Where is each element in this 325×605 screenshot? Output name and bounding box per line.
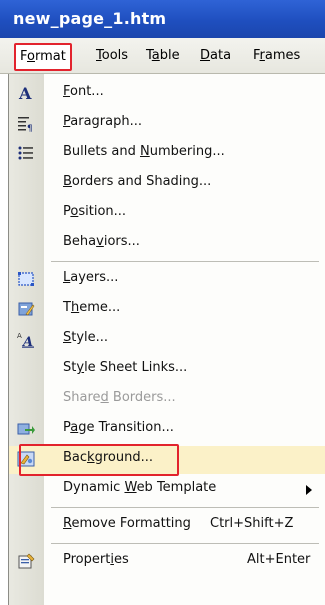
menu-item-label: Style... [63, 330, 109, 345]
bullets-icon [17, 144, 35, 162]
menu-table[interactable]: Table [146, 45, 180, 67]
paragraph-icon: ¶ [17, 114, 35, 134]
menu-item-bullets-numbering[interactable]: Bullets and Numbering... [9, 140, 325, 168]
menu-item-label: Borders and Shading... [63, 174, 212, 189]
menu-item-style-sheet-links[interactable]: Style Sheet Links... [9, 356, 325, 384]
menu-separator [51, 543, 319, 544]
menu-item-label: Dynamic Web Template [63, 480, 217, 495]
menu-item-shared-borders: Shared Borders... [9, 386, 325, 414]
menu-item-label: Remove Formatting [63, 516, 191, 531]
menu-item-label: Font... [63, 84, 104, 99]
font-icon: A [17, 84, 35, 103]
menu-item-layers[interactable]: Layers... [9, 266, 325, 294]
menu-item-dynamic-web-template[interactable]: Dynamic Web Template [9, 476, 325, 504]
svg-text:¶: ¶ [27, 124, 33, 132]
menu-item-label: Behaviors... [63, 234, 140, 249]
menu-item-label: Theme... [63, 300, 121, 315]
format-dropdown-menu: A Font... ¶ Paragraph... Bullets and Num… [8, 74, 325, 605]
properties-icon [17, 552, 35, 570]
menu-item-page-transition[interactable]: Page Transition... [9, 416, 325, 444]
menu-data-label-post: ata [210, 48, 232, 63]
menu-item-label: Paragraph... [63, 114, 142, 129]
menu-item-label: Bullets and Numbering... [63, 144, 225, 159]
svg-text:A: A [21, 335, 33, 348]
menu-item-style[interactable]: A A Style... [9, 326, 325, 354]
menu-item-label: Page Transition... [63, 420, 174, 435]
svg-text:A: A [18, 84, 32, 102]
menu-item-label: Layers... [63, 270, 119, 285]
menu-item-borders-shading[interactable]: Borders and Shading... [9, 170, 325, 198]
layers-icon [17, 270, 35, 288]
menu-item-label: Properties [63, 552, 129, 567]
menu-data[interactable]: Data [200, 45, 231, 67]
menu-tools[interactable]: Tools [96, 45, 128, 67]
svg-text:A: A [17, 332, 22, 340]
style-icon: A A [17, 330, 35, 350]
menu-item-paragraph[interactable]: ¶ Paragraph... [9, 110, 325, 138]
theme-icon [17, 300, 35, 318]
window-title: new_page_1.htm [13, 9, 167, 28]
menu-item-label: Shared Borders... [63, 390, 176, 405]
menu-format-label-underline: o [27, 49, 35, 64]
menu-separator [51, 261, 319, 262]
annotation-highlight-box [19, 444, 179, 476]
menu-frames-label-post: ames [264, 48, 301, 63]
frontpage-window: new_page_1.htm Format Tools Table Data F… [0, 0, 325, 605]
menu-tools-label-post: ools [101, 48, 129, 63]
title-bar: new_page_1.htm [0, 0, 325, 38]
menu-table-label-underline: a [151, 48, 160, 63]
menu-separator [51, 507, 319, 508]
page-transition-icon [17, 420, 35, 438]
menu-item-label: Position... [63, 204, 127, 219]
menu-item-shortcut: Alt+Enter [247, 552, 311, 567]
menu-format-label-post: rmat [34, 49, 66, 64]
menu-format-label-pre: F [20, 49, 28, 64]
menu-table-label-post: ble [159, 48, 180, 63]
menu-item-font[interactable]: A Font... [9, 80, 325, 108]
menu-item-remove-formatting[interactable]: Remove Formatting Ctrl+Shift+Z [9, 512, 325, 540]
menu-item-properties[interactable]: Properties Alt+Enter [9, 548, 325, 576]
menu-data-label-underline: D [200, 48, 211, 63]
menu-item-position[interactable]: Position... [9, 200, 325, 228]
menu-item-shortcut: Ctrl+Shift+Z [210, 516, 294, 531]
menu-item-theme[interactable]: Theme... [9, 296, 325, 324]
submenu-arrow-icon [306, 485, 312, 495]
menu-item-label: Style Sheet Links... [63, 360, 188, 375]
menu-format[interactable]: Format [14, 43, 72, 71]
menu-bar: Format Tools Table Data Frames [0, 38, 325, 74]
menu-item-behaviors[interactable]: Behaviors... [9, 230, 325, 258]
menu-frames[interactable]: Frames [253, 45, 300, 67]
